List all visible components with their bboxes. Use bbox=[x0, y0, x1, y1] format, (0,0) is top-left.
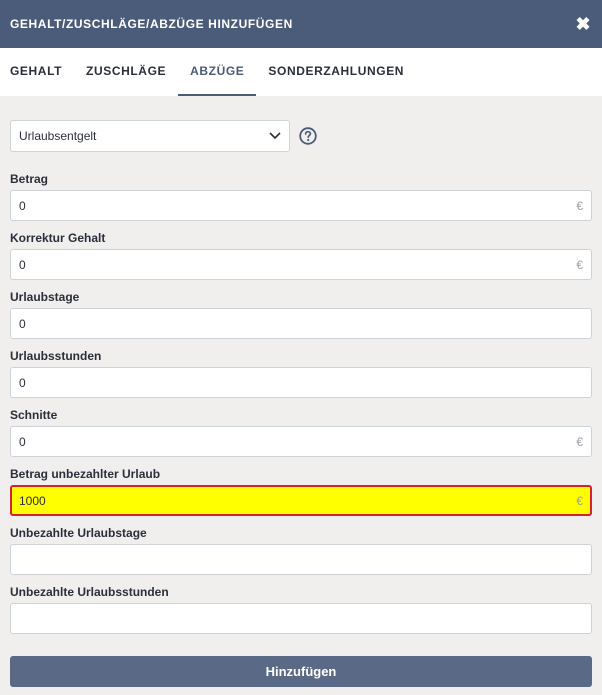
urlaubstage-value: 0 bbox=[19, 316, 26, 331]
field-korrektur-gehalt: Korrektur Gehalt 0 € bbox=[10, 230, 592, 280]
help-icon[interactable] bbox=[299, 127, 317, 145]
dialog-title: GEHALT/ZUSCHLÄGE/ABZÜGE HINZUFÜGEN bbox=[10, 17, 293, 31]
euro-icon: € bbox=[576, 198, 583, 213]
korrektur-gehalt-label: Korrektur Gehalt bbox=[10, 231, 106, 245]
korrektur-gehalt-value: 0 bbox=[19, 257, 26, 272]
korrektur-gehalt-input[interactable]: 0 € bbox=[10, 249, 592, 280]
urlaubsstunden-input[interactable]: 0 bbox=[10, 367, 592, 398]
close-icon[interactable]: ✖ bbox=[574, 15, 592, 33]
schnitte-input[interactable]: 0 € bbox=[10, 426, 592, 457]
schnitte-label: Schnitte bbox=[10, 408, 58, 422]
euro-icon: € bbox=[576, 434, 583, 449]
schnitte-value: 0 bbox=[19, 434, 26, 449]
euro-icon: € bbox=[576, 493, 583, 508]
euro-icon: € bbox=[576, 257, 583, 272]
tab-gehalt[interactable]: GEHALT bbox=[0, 48, 74, 96]
chevron-down-icon bbox=[269, 132, 281, 140]
hinzufuegen-button[interactable]: Hinzufügen bbox=[10, 656, 592, 687]
unbezahlte-urlaubstage-input[interactable] bbox=[10, 544, 592, 575]
urlaubstage-input[interactable]: 0 bbox=[10, 308, 592, 339]
field-unbezahlte-urlaubstage: Unbezahlte Urlaubstage bbox=[10, 525, 592, 575]
field-betrag: Betrag 0 € bbox=[10, 171, 592, 221]
unbezahlte-urlaubstage-label: Unbezahlte Urlaubstage bbox=[10, 526, 147, 540]
unbezahlte-urlaubsstunden-label: Unbezahlte Urlaubsstunden bbox=[10, 585, 169, 599]
form-content: Urlaubsentgelt Betrag 0 € Korrektur Geha… bbox=[0, 96, 602, 634]
urlaubsstunden-label: Urlaubsstunden bbox=[10, 349, 102, 363]
urlaubstage-label: Urlaubstage bbox=[10, 290, 80, 304]
tab-abzuege[interactable]: ABZÜGE bbox=[178, 48, 257, 96]
betrag-unbezahlter-urlaub-value: 1000 bbox=[19, 493, 46, 508]
betrag-input[interactable]: 0 € bbox=[10, 190, 592, 221]
field-urlaubsstunden: Urlaubsstunden 0 bbox=[10, 348, 592, 398]
tab-bar: GEHALT ZUSCHLÄGE ABZÜGE SONDERZAHLUNGEN bbox=[0, 48, 602, 96]
tab-zuschlaege[interactable]: ZUSCHLÄGE bbox=[74, 48, 178, 96]
type-select-row: Urlaubsentgelt bbox=[10, 120, 592, 152]
field-schnitte: Schnitte 0 € bbox=[10, 407, 592, 457]
urlaubsstunden-value: 0 bbox=[19, 375, 26, 390]
betrag-unbezahlter-urlaub-label: Betrag unbezahlter Urlaub bbox=[10, 467, 161, 481]
unbezahlte-urlaubsstunden-input[interactable] bbox=[10, 603, 592, 634]
type-select-value: Urlaubsentgelt bbox=[19, 129, 97, 143]
field-urlaubstage: Urlaubstage 0 bbox=[10, 289, 592, 339]
type-select[interactable]: Urlaubsentgelt bbox=[10, 120, 290, 152]
field-betrag-unbezahlter-urlaub: Betrag unbezahlter Urlaub 1000 € bbox=[10, 466, 592, 516]
betrag-value: 0 bbox=[19, 198, 26, 213]
betrag-label: Betrag bbox=[10, 172, 49, 186]
dialog-header: GEHALT/ZUSCHLÄGE/ABZÜGE HINZUFÜGEN ✖ bbox=[0, 0, 602, 48]
betrag-unbezahlter-urlaub-input[interactable]: 1000 € bbox=[10, 485, 592, 516]
field-unbezahlte-urlaubsstunden: Unbezahlte Urlaubsstunden bbox=[10, 584, 592, 634]
tab-sonderzahlungen[interactable]: SONDERZAHLUNGEN bbox=[256, 48, 416, 96]
